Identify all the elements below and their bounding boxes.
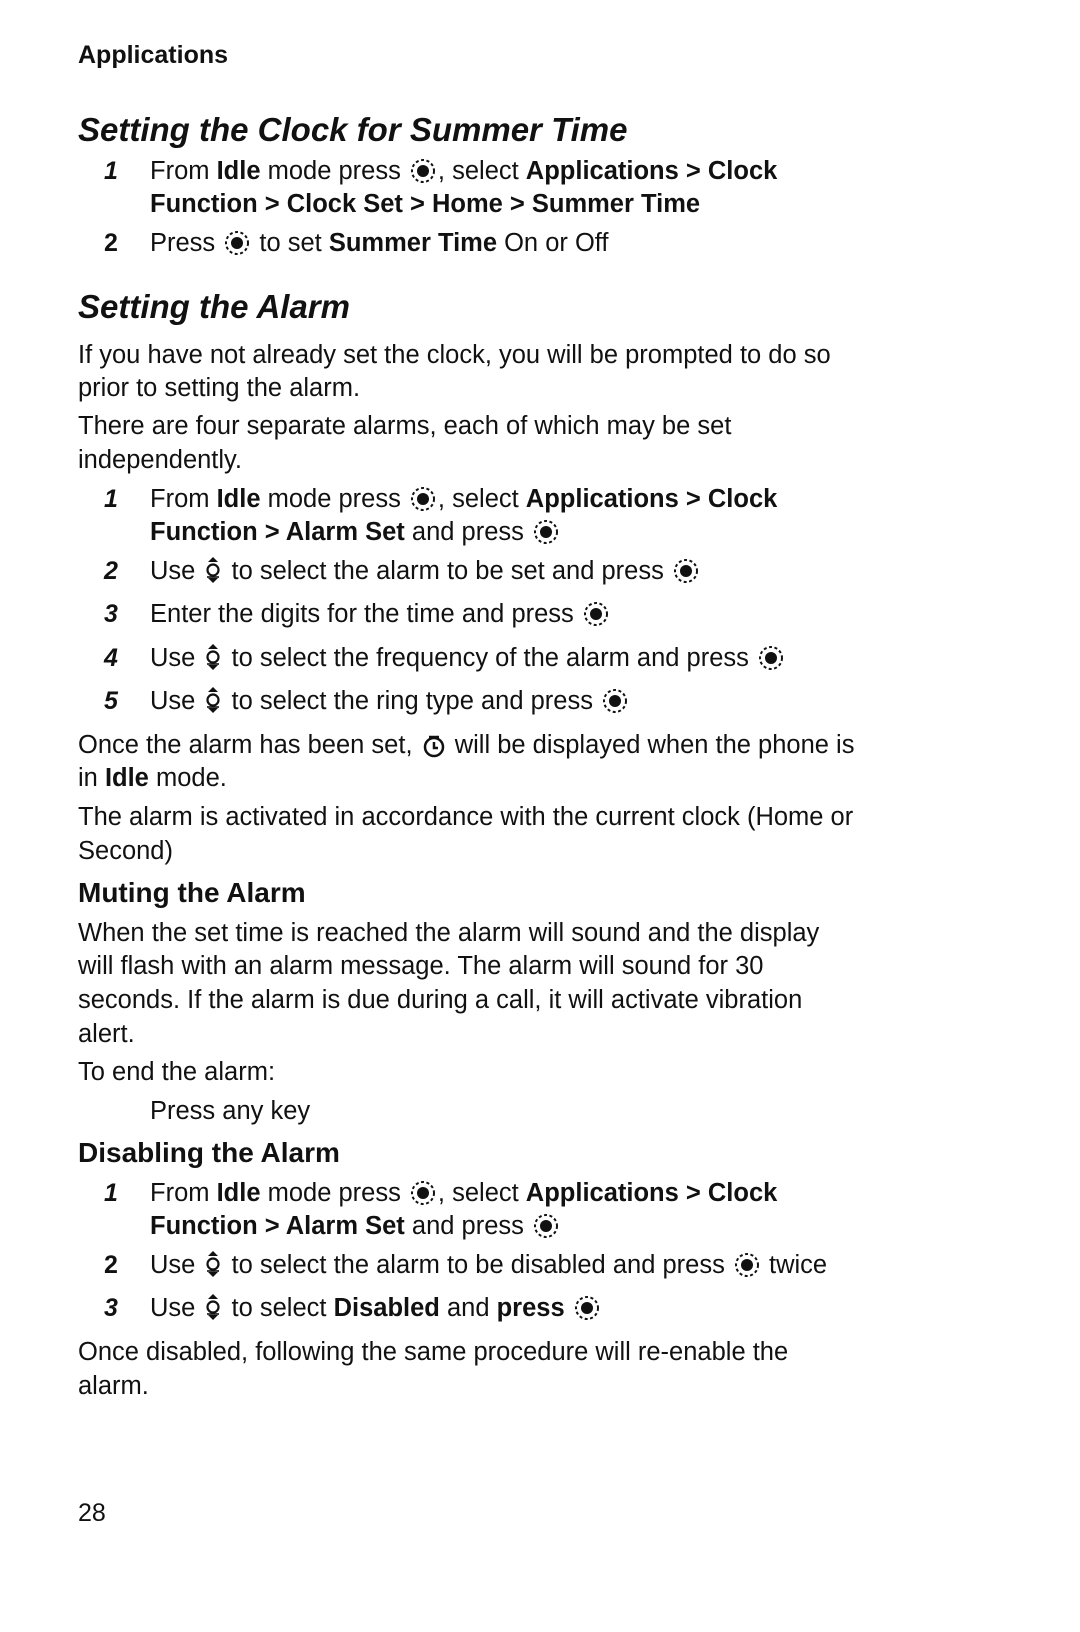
- subsection-title-muting: Muting the Alarm: [78, 877, 306, 908]
- paragraph-line: independently.: [78, 446, 242, 474]
- step-text-continued: Function > Alarm Set and press: [150, 515, 561, 549]
- select-key-icon: [224, 230, 250, 256]
- step-number: 3: [104, 600, 118, 628]
- paragraph-line: Second): [78, 837, 173, 865]
- section-title-alarm: Setting the Alarm: [78, 288, 350, 325]
- select-key-icon: [574, 1295, 600, 1321]
- step-text: Enter the digits for the time and press: [150, 597, 611, 631]
- step-number: 2: [104, 1251, 118, 1279]
- select-key-icon: [410, 158, 436, 184]
- paragraph-line: alarm.: [78, 1372, 149, 1400]
- step-text-continued: Function > Clock Set > Home > Summer Tim…: [150, 190, 701, 218]
- paragraph-line: will flash with an alarm message. The al…: [78, 952, 764, 980]
- paragraph-line: When the set time is reached the alarm w…: [78, 919, 820, 947]
- step-text: Use to select the alarm to be disabled a…: [150, 1250, 828, 1279]
- step-number: 4: [104, 644, 118, 672]
- navigation-key-icon: [204, 1293, 222, 1321]
- navigation-key-icon: [204, 1250, 222, 1278]
- paragraph-line: seconds. If the alarm is due during a ca…: [78, 986, 803, 1014]
- select-key-icon: [673, 558, 699, 584]
- paragraph-line: If you have not already set the clock, y…: [78, 341, 831, 369]
- paragraph-line: in Idle mode.: [78, 764, 227, 792]
- select-key-icon: [410, 486, 436, 512]
- step-text-continued: Function > Alarm Set and press: [150, 1209, 561, 1243]
- select-key-icon: [602, 688, 628, 714]
- step-text: Press to set Summer Time On or Off: [150, 229, 609, 257]
- select-key-icon: [533, 519, 559, 545]
- step-number: 1: [104, 1179, 118, 1207]
- step-text: Use to select the alarm to be set and pr…: [150, 554, 701, 588]
- navigation-key-icon: [204, 556, 222, 584]
- paragraph-line: prior to setting the alarm.: [78, 374, 361, 402]
- paragraph-line: There are four separate alarms, each of …: [78, 412, 732, 440]
- step-text: Use to select the ring type and press: [150, 684, 630, 718]
- paragraph-line: alert.: [78, 1020, 135, 1048]
- page-number: 28: [78, 1499, 106, 1527]
- select-key-icon: [758, 645, 784, 671]
- step-number: 1: [104, 157, 118, 185]
- step-text: From Idle mode press , select Applicatio…: [150, 485, 778, 513]
- select-key-icon: [734, 1252, 760, 1278]
- paragraph-line: The alarm is activated in accordance wit…: [78, 803, 854, 831]
- select-key-icon: [410, 1180, 436, 1206]
- running-header: Applications: [78, 41, 229, 69]
- step-text: Use to select the frequency of the alarm…: [150, 641, 786, 675]
- step-text: Use to select Disabled and press: [150, 1291, 602, 1325]
- paragraph-line: Once disabled, following the same proced…: [78, 1338, 789, 1366]
- step-text: From Idle mode press , select Applicatio…: [150, 157, 778, 185]
- step-number: 5: [104, 687, 118, 715]
- paragraph-line: To end the alarm:: [78, 1058, 276, 1086]
- step-number: 1: [104, 485, 118, 513]
- step-number: 2: [104, 229, 118, 257]
- navigation-key-icon: [204, 686, 222, 714]
- alarm-clock-icon: [422, 734, 446, 758]
- section-title-summer-time: Setting the Clock for Summer Time: [78, 111, 628, 148]
- instruction-line: Press any key: [150, 1097, 311, 1125]
- step-number: 2: [104, 557, 118, 585]
- step-text: From Idle mode press , select Applicatio…: [150, 1179, 778, 1207]
- select-key-icon: [533, 1213, 559, 1239]
- paragraph-line: Once the alarm has been set, will be dis…: [78, 731, 855, 759]
- navigation-key-icon: [204, 643, 222, 671]
- select-key-icon: [583, 601, 609, 627]
- subsection-title-disabling: Disabling the Alarm: [78, 1137, 340, 1168]
- step-number: 3: [104, 1294, 118, 1322]
